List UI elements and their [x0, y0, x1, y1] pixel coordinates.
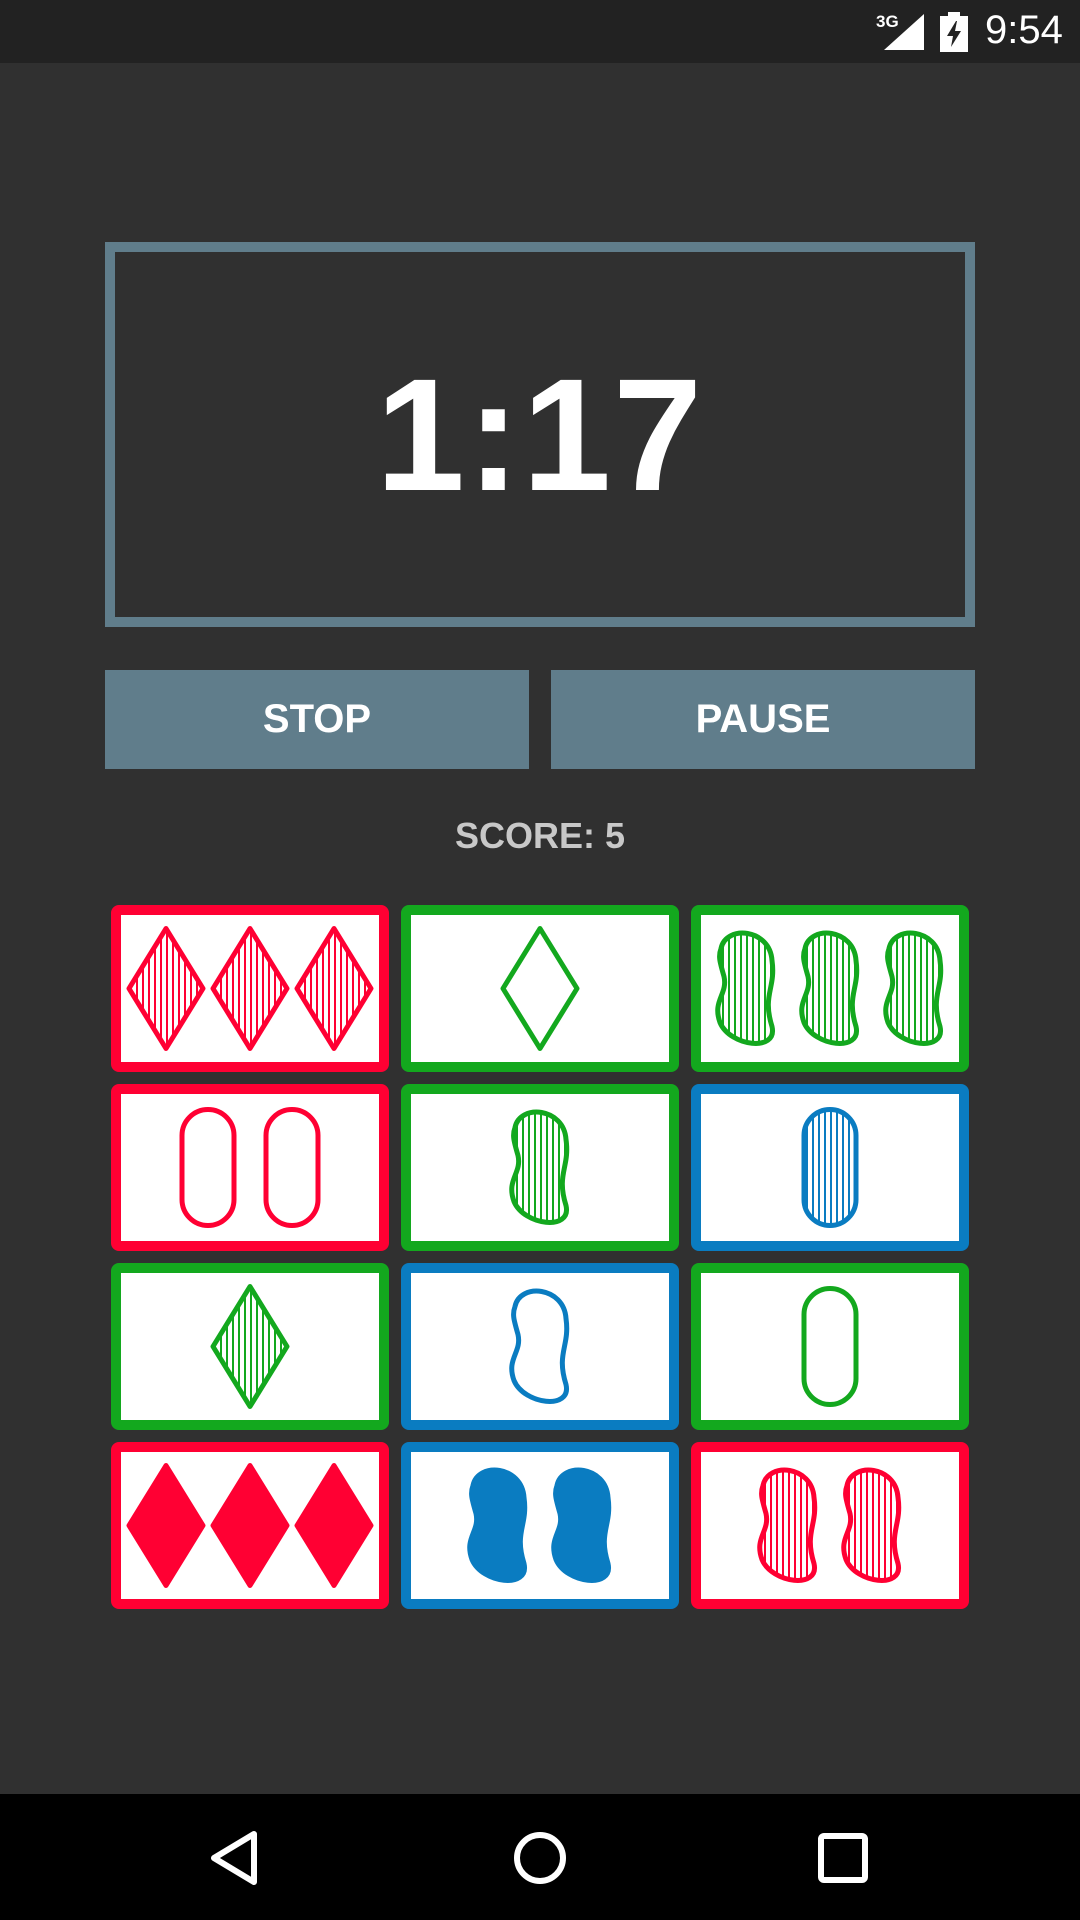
- recents-icon[interactable]: [813, 1830, 873, 1886]
- oval-shape: [801, 1286, 859, 1407]
- squiggle-shape: [799, 930, 860, 1046]
- squiggle-shape: [715, 930, 776, 1046]
- diamond-shape: [500, 926, 580, 1051]
- set-card-7[interactable]: [111, 1263, 389, 1430]
- set-card-12[interactable]: [691, 1442, 969, 1609]
- diamond-shape: [294, 1463, 374, 1588]
- squiggle-shape: [467, 1467, 528, 1583]
- squiggle-shape: [509, 1288, 570, 1404]
- set-card-10[interactable]: [111, 1442, 389, 1609]
- oval-shape: [179, 1107, 237, 1228]
- set-card-2[interactable]: [401, 905, 679, 1072]
- diamond-shape: [126, 926, 206, 1051]
- diamond-shape: [210, 1284, 290, 1409]
- squiggle-shape: [509, 1109, 570, 1225]
- navigation-bar: [0, 1794, 1080, 1920]
- set-card-1[interactable]: [111, 905, 389, 1072]
- timer-display: 1:17: [105, 242, 975, 627]
- set-card-4[interactable]: [111, 1084, 389, 1251]
- back-icon[interactable]: [206, 1830, 266, 1886]
- battery-charging-icon: [940, 12, 968, 52]
- score-label: SCORE: 5: [454, 815, 626, 856]
- stop-button[interactable]: STOP: [105, 670, 529, 769]
- diamond-shape: [294, 926, 374, 1051]
- status-bar: 3G 9:54: [0, 0, 1080, 63]
- oval-shape: [263, 1107, 321, 1228]
- set-card-3[interactable]: [691, 905, 969, 1072]
- diamond-shape: [210, 926, 290, 1051]
- set-card-8[interactable]: [401, 1263, 679, 1430]
- status-clock: 9:54: [985, 8, 1063, 52]
- diamond-shape: [210, 1463, 290, 1588]
- squiggle-shape: [841, 1467, 902, 1583]
- pause-button[interactable]: PAUSE: [551, 670, 975, 769]
- squiggle-shape: [551, 1467, 612, 1583]
- timer-value: 1:17: [375, 344, 705, 524]
- set-card-6[interactable]: [691, 1084, 969, 1251]
- diamond-shape: [126, 1463, 206, 1588]
- squiggle-shape: [757, 1467, 818, 1583]
- set-card-11[interactable]: [401, 1442, 679, 1609]
- squiggle-shape: [883, 930, 944, 1046]
- home-icon[interactable]: [510, 1830, 570, 1886]
- oval-shape: [801, 1107, 859, 1228]
- set-card-5[interactable]: [401, 1084, 679, 1251]
- set-card-9[interactable]: [691, 1263, 969, 1430]
- signal-icon: [884, 14, 924, 50]
